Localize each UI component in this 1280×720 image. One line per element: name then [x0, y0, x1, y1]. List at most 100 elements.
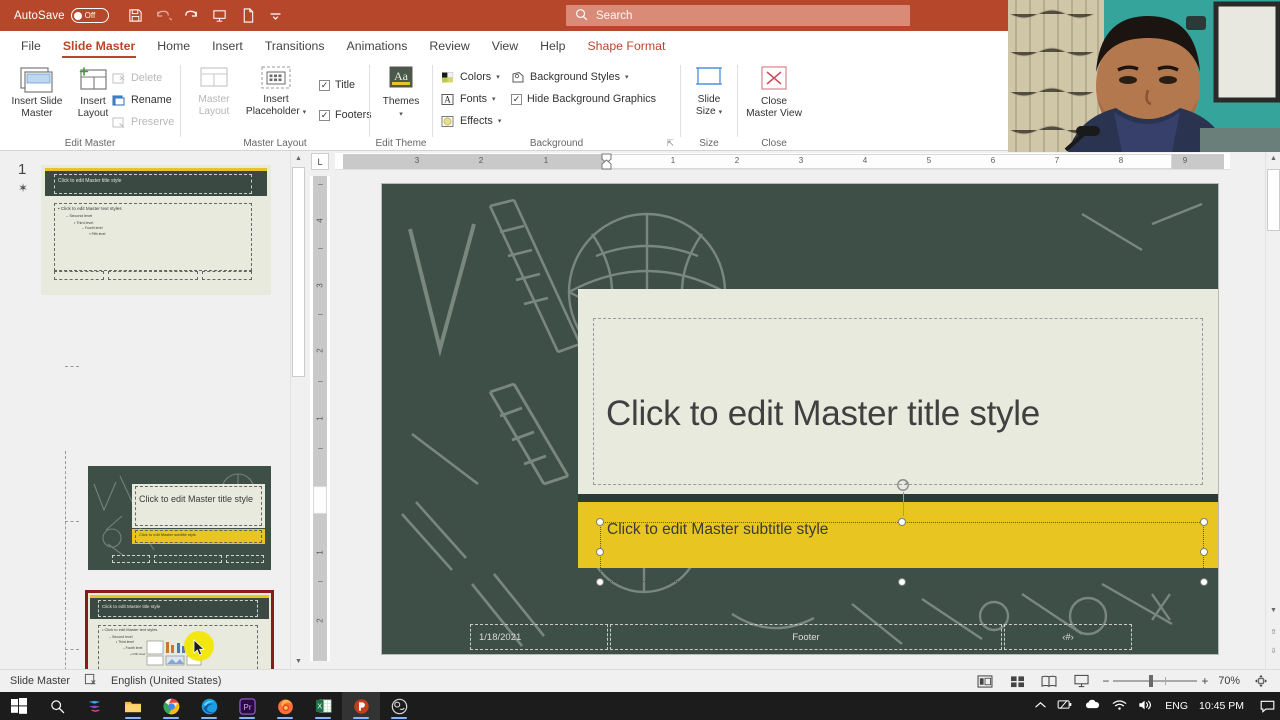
autosave-toggle[interactable]: AutoSave Off — [14, 8, 109, 23]
slide-size-caret-icon[interactable]: ▾ — [719, 109, 723, 116]
zoom-in-button[interactable]: + — [1201, 674, 1208, 688]
obs-button[interactable] — [380, 692, 418, 720]
fonts-button[interactable]: A Fonts ▾ — [441, 89, 496, 109]
search-taskbar-button[interactable] — [38, 692, 76, 720]
title-and-content-layout-thumbnail[interactable]: Click to edit Master title style • Click… — [85, 590, 274, 669]
background-styles-caret-icon[interactable]: ▾ — [625, 73, 629, 81]
footer-placeholder[interactable]: Footer — [610, 624, 1002, 650]
search-input[interactable]: Search — [566, 5, 910, 26]
zoom-level-label[interactable]: 70% — [1218, 675, 1240, 687]
slide-number-placeholder[interactable]: ‹#› — [1004, 624, 1132, 650]
fit-slide-to-window-icon[interactable] — [1250, 672, 1272, 690]
title-placeholder-text[interactable]: Click to edit Master title style — [606, 386, 1196, 442]
slide-sorter-view-button[interactable] — [1006, 672, 1028, 690]
resize-handle-middle-left[interactable] — [596, 548, 604, 556]
premiere-pro-button[interactable]: Pr — [228, 692, 266, 720]
start-presentation-icon[interactable] — [207, 4, 233, 28]
tab-transitions[interactable]: Transitions — [254, 36, 336, 59]
zoom-slider[interactable]: − + — [1102, 674, 1208, 688]
tab-selector-button[interactable]: L — [311, 153, 329, 170]
chrome-button[interactable] — [152, 692, 190, 720]
slide-scrollbar-thumb[interactable] — [1267, 169, 1280, 231]
resize-handle-top-right[interactable] — [1200, 518, 1208, 526]
firefox-button[interactable] — [266, 692, 304, 720]
zoom-track[interactable] — [1113, 675, 1198, 687]
slide-editing-canvas[interactable]: 3 2 1 1 2 3 4 5 6 7 8 9 Click to edit Ma… — [335, 151, 1265, 669]
tab-animations[interactable]: Animations — [336, 36, 419, 59]
title-slide-layout-thumbnail[interactable]: Click to edit Master title style Click t… — [88, 466, 271, 570]
tab-insert[interactable]: Insert — [201, 36, 254, 59]
tab-file[interactable]: File — [10, 36, 52, 59]
slide-scrollbar[interactable]: ▲ ▼ ⇧ ⇩ — [1265, 151, 1280, 669]
excel-button[interactable]: X — [304, 692, 342, 720]
new-file-icon[interactable] — [235, 4, 261, 28]
title-checkbox[interactable]: ✓ Title — [319, 75, 355, 95]
thumbnail-scroll-up-icon[interactable]: ▲ — [291, 151, 306, 166]
slide-scroll-down-icon[interactable]: ▼ — [1266, 603, 1280, 618]
resize-handle-middle-right[interactable] — [1200, 548, 1208, 556]
edge-button[interactable] — [190, 692, 228, 720]
hide-background-graphics-box[interactable]: ✓ — [511, 93, 522, 105]
tab-home[interactable]: Home — [146, 36, 201, 59]
background-styles-button[interactable]: Background Styles ▾ — [511, 67, 629, 87]
close-master-view-button[interactable]: Close Master View — [741, 65, 807, 119]
tab-review[interactable]: Review — [418, 36, 480, 59]
effects-caret-icon[interactable]: ▾ — [498, 117, 502, 125]
colors-caret-icon[interactable]: ▾ — [496, 73, 500, 81]
slide-size-button[interactable]: Slide Size ▾ — [678, 65, 740, 118]
zoom-thumb[interactable] — [1149, 675, 1154, 687]
themes-caret-icon[interactable]: ▾ — [399, 111, 403, 118]
date-placeholder[interactable]: 1/18/2021 — [470, 624, 608, 650]
effects-button[interactable]: Effects ▾ — [441, 111, 501, 131]
autosave-switch[interactable]: Off — [70, 8, 109, 23]
next-slide-icon[interactable]: ⇩ — [1266, 643, 1280, 658]
slide-show-button[interactable] — [1070, 672, 1092, 690]
resize-handle-bottom-right[interactable] — [1200, 578, 1208, 586]
slide-scroll-up-icon[interactable]: ▲ — [1266, 151, 1280, 166]
title-checkbox-box[interactable]: ✓ — [319, 79, 330, 91]
themes-button[interactable]: Aa Themes ▾ — [370, 65, 432, 120]
thumbnail-scroll-down-icon[interactable]: ▼ — [291, 654, 306, 669]
insert-slide-master-button[interactable]: Insert Slide Master — [6, 65, 68, 119]
task-view-button[interactable] — [76, 692, 114, 720]
reading-view-button[interactable] — [1038, 672, 1060, 690]
taskbar-clock[interactable]: 10:45 PM — [1199, 700, 1244, 712]
slide-editing-surface[interactable]: Click to edit Master title style Click t… — [382, 184, 1218, 654]
indent-marker-icon[interactable] — [601, 153, 612, 170]
slide-thumbnail-pane[interactable]: 1 ✶ Click to edit Master title style • C… — [0, 151, 290, 669]
resize-handle-bottom-center[interactable] — [898, 578, 906, 586]
previous-slide-icon[interactable]: ⇧ — [1266, 624, 1280, 639]
normal-view-button[interactable] — [974, 672, 996, 690]
customize-quick-access-toolbar-icon[interactable] — [263, 4, 289, 28]
thumbnail-pane-scrollbar[interactable]: ▲ ▼ — [290, 151, 305, 669]
speaker-icon[interactable] — [1138, 699, 1154, 714]
fonts-caret-icon[interactable]: ▾ — [492, 95, 496, 103]
hide-background-graphics-checkbox[interactable]: ✓ Hide Background Graphics — [511, 89, 656, 109]
undo-icon[interactable] — [151, 4, 177, 28]
powerpoint-button[interactable] — [342, 692, 380, 720]
insert-placeholder-caret-icon[interactable]: ▾ — [303, 109, 307, 116]
redo-icon[interactable] — [179, 4, 205, 28]
save-icon[interactable] — [123, 4, 149, 28]
footers-checkbox-box[interactable]: ✓ — [319, 109, 330, 121]
accessibility-checker-icon[interactable] — [84, 673, 97, 689]
slide-master-thumbnail[interactable]: Click to edit Master title style • Click… — [41, 165, 271, 295]
insert-placeholder-button[interactable]: Insert Placeholder ▾ — [239, 65, 313, 118]
file-explorer-button[interactable] — [114, 692, 152, 720]
start-button[interactable] — [0, 692, 38, 720]
footers-checkbox[interactable]: ✓ Footers — [319, 105, 372, 125]
resize-handle-top-center[interactable] — [898, 518, 906, 526]
zoom-out-button[interactable]: − — [1102, 674, 1109, 688]
tab-view[interactable]: View — [481, 36, 529, 59]
rotate-handle-icon[interactable] — [896, 478, 910, 492]
thumbnail-scrollbar-thumb[interactable] — [292, 167, 305, 377]
rename-layout-button[interactable]: Rename — [112, 90, 172, 110]
tray-language-label[interactable]: ENG — [1165, 700, 1188, 712]
notification-icon[interactable] — [1254, 692, 1280, 720]
tab-help[interactable]: Help — [529, 36, 576, 59]
colors-button[interactable]: Colors ▾ — [441, 67, 500, 87]
resize-handle-top-left[interactable] — [596, 518, 604, 526]
battery-icon[interactable] — [1057, 699, 1073, 713]
resize-handle-bottom-left[interactable] — [596, 578, 604, 586]
language-label[interactable]: English (United States) — [111, 675, 221, 687]
